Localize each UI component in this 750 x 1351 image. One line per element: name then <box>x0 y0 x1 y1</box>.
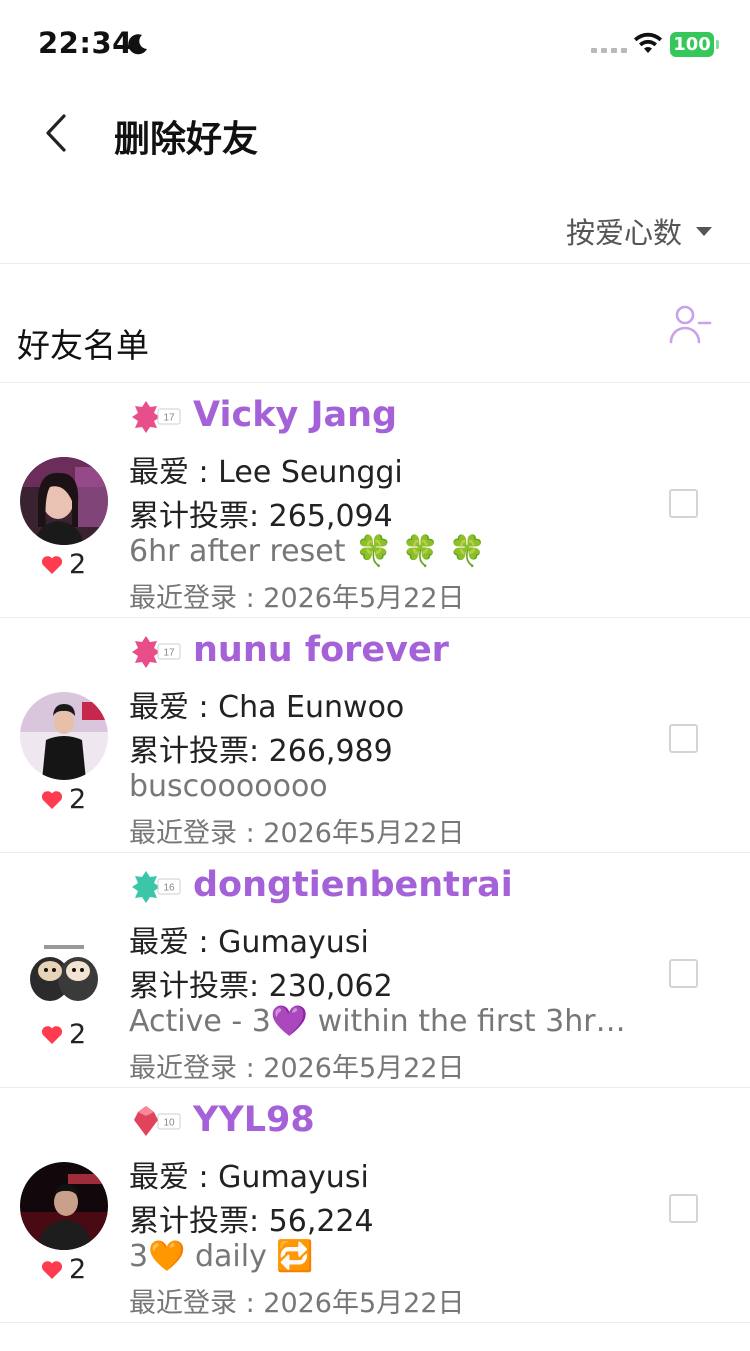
heart-number: 2 <box>69 1019 87 1050</box>
friend-list: 2 17 Vicky Jang 最爱 : Lee Seunggi 累计投票: 2… <box>0 383 750 1351</box>
badge-level: 17 <box>163 648 175 659</box>
total-votes: 累计投票: 56,224 <box>129 1204 374 1239</box>
remove-friend-icon[interactable] <box>668 302 712 346</box>
friend-row-partial <box>0 1323 750 1351</box>
friend-row[interactable]: 2 17 nunu forever 最爱 : Cha Eunwoo 累计投票: … <box>0 618 750 853</box>
battery-indicator: 100 <box>670 32 714 57</box>
friend-row[interactable]: 2 17 Vicky Jang 最爱 : Lee Seunggi 累计投票: 2… <box>0 383 750 618</box>
friend-name[interactable]: dongtienbentrai <box>193 865 513 905</box>
heart-count: 2 <box>41 1019 86 1050</box>
heart-icon <box>41 1260 63 1279</box>
status-time: 22:34 <box>38 26 133 60</box>
badge-level: 17 <box>163 413 175 424</box>
favorite-idol: 最爱 : Lee Seunggi <box>129 455 403 490</box>
favorite-idol: 最爱 : Gumayusi <box>129 1160 369 1195</box>
friend-name[interactable]: nunu forever <box>193 630 449 670</box>
last-login: 最近登录 : 2026年5月22日 <box>129 583 465 614</box>
caret-down-icon <box>696 226 712 236</box>
heart-count: 2 <box>41 1254 86 1285</box>
badge-level: 16 <box>163 883 175 894</box>
status-message: buscooooooo <box>129 769 328 804</box>
select-checkbox[interactable] <box>669 724 698 753</box>
heart-number: 2 <box>69 549 87 580</box>
friend-name[interactable]: YYL98 <box>193 1100 315 1140</box>
select-checkbox[interactable] <box>669 959 698 988</box>
status-message: 3🧡 daily 🔁 <box>129 1239 314 1274</box>
heart-icon <box>41 1025 63 1044</box>
last-login: 最近登录 : 2026年5月22日 <box>129 1053 465 1084</box>
battery-tip <box>716 40 719 49</box>
back-chevron-icon[interactable] <box>30 108 80 158</box>
sort-dropdown[interactable]: 按爱心数 <box>566 210 712 252</box>
heart-icon <box>41 555 63 574</box>
friend-name[interactable]: Vicky Jang <box>193 395 397 435</box>
avatar[interactable] <box>20 692 108 780</box>
page-title: 删除好友 <box>114 119 259 160</box>
status-bar: 22:34 100 <box>0 0 750 88</box>
friend-row[interactable]: 2 10 YYL98 最爱 : Gumayusi 累计投票: 56,224 3🧡… <box>0 1088 750 1323</box>
friend-row[interactable]: 2 16 dongtienbentrai 最爱 : Gumayusi 累计投票:… <box>0 853 750 1088</box>
favorite-idol: 最爱 : Gumayusi <box>129 925 369 960</box>
sort-label: 按爱心数 <box>565 216 682 250</box>
heart-count: 2 <box>41 784 86 815</box>
wifi-icon <box>634 32 662 53</box>
avatar[interactable] <box>20 457 108 545</box>
nav-bar: 删除好友 <box>0 88 750 184</box>
total-votes: 累计投票: 230,062 <box>129 969 393 1004</box>
total-votes: 累计投票: 265,094 <box>129 499 393 534</box>
total-votes: 累计投票: 266,989 <box>129 734 393 769</box>
status-message: 6hr after reset 🍀 🍀 🍀 <box>129 534 487 569</box>
heart-number: 2 <box>69 784 87 815</box>
level-badge-icon: 10 <box>134 1106 181 1136</box>
moon-icon <box>128 34 147 55</box>
level-badge-icon: 16 <box>132 871 181 903</box>
select-checkbox[interactable] <box>669 1194 698 1223</box>
last-login: 最近登录 : 2026年5月22日 <box>129 818 465 849</box>
heart-count: 2 <box>41 549 86 580</box>
section-title: 好友名单 <box>17 326 149 365</box>
status-message: Active - 3💜 within the first 3hrs... <box>129 1004 629 1039</box>
avatar[interactable] <box>20 1162 108 1250</box>
level-badge-icon: 17 <box>132 636 181 668</box>
friend-list-header: 好友名单 <box>0 264 750 383</box>
level-badge-icon: 17 <box>132 401 181 433</box>
sort-row: 按爱心数 <box>0 196 750 264</box>
heart-icon <box>41 790 63 809</box>
favorite-idol: 最爱 : Cha Eunwoo <box>129 690 405 725</box>
cellular-signal-icon <box>591 48 627 53</box>
badge-level: 10 <box>163 1118 175 1129</box>
heart-number: 2 <box>69 1254 87 1285</box>
avatar[interactable] <box>20 927 108 1015</box>
last-login: 最近登录 : 2026年5月22日 <box>129 1288 465 1319</box>
select-checkbox[interactable] <box>669 489 698 518</box>
